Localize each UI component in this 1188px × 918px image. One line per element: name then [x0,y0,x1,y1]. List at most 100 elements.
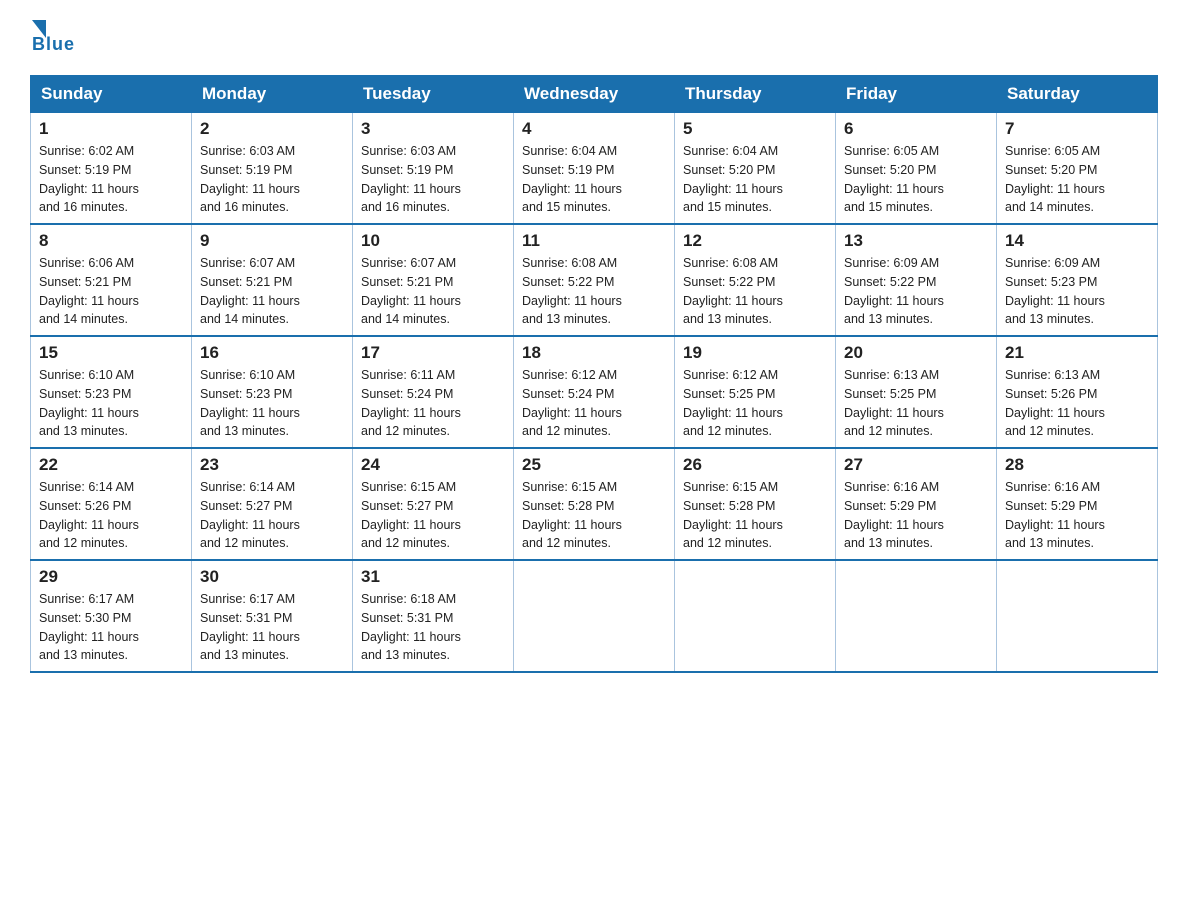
calendar-cell: 10 Sunrise: 6:07 AMSunset: 5:21 PMDayligh… [353,224,514,336]
day-number: 23 [200,455,344,475]
day-info: Sunrise: 6:18 AMSunset: 5:31 PMDaylight:… [361,590,505,665]
day-number: 27 [844,455,988,475]
day-info: Sunrise: 6:08 AMSunset: 5:22 PMDaylight:… [522,254,666,329]
day-number: 15 [39,343,183,363]
calendar-cell: 21Sunrise: 6:13 AMSunset: 5:26 PMDayligh… [997,336,1158,448]
calendar-cell: 7 Sunrise: 6:05 AMSunset: 5:20 PMDaylight… [997,113,1158,225]
weekday-header-monday: Monday [192,76,353,113]
day-number: 16 [200,343,344,363]
day-number: 4 [522,119,666,139]
day-number: 22 [39,455,183,475]
day-number: 9 [200,231,344,251]
logo: Blue [30,20,75,55]
calendar-cell: 26 Sunrise: 6:15 AMSunset: 5:28 PMDayligh… [675,448,836,560]
calendar-cell [675,560,836,672]
day-number: 24 [361,455,505,475]
day-number: 25 [522,455,666,475]
calendar-cell: 22Sunrise: 6:14 AMSunset: 5:26 PMDayligh… [31,448,192,560]
day-number: 5 [683,119,827,139]
calendar-cell [514,560,675,672]
day-info: Sunrise: 6:04 AMSunset: 5:20 PMDaylight:… [683,142,827,217]
calendar-cell [997,560,1158,672]
calendar-week-row: 15 Sunrise: 6:10 AMSunset: 5:23 PMDayligh… [31,336,1158,448]
weekday-header-friday: Friday [836,76,997,113]
calendar-table: SundayMondayTuesdayWednesdayThursdayFrid… [30,75,1158,673]
day-info: Sunrise: 6:03 AMSunset: 5:19 PMDaylight:… [361,142,505,217]
calendar-week-row: 29 Sunrise: 6:17 AMSunset: 5:30 PMDayligh… [31,560,1158,672]
day-number: 30 [200,567,344,587]
weekday-header-row: SundayMondayTuesdayWednesdayThursdayFrid… [31,76,1158,113]
calendar-cell: 6 Sunrise: 6:05 AMSunset: 5:20 PMDaylight… [836,113,997,225]
calendar-cell: 2Sunrise: 6:03 AMSunset: 5:19 PMDaylight… [192,113,353,225]
calendar-cell: 29 Sunrise: 6:17 AMSunset: 5:30 PMDayligh… [31,560,192,672]
day-info: Sunrise: 6:17 AMSunset: 5:30 PMDaylight:… [39,590,183,665]
day-info: Sunrise: 6:05 AMSunset: 5:20 PMDaylight:… [844,142,988,217]
calendar-week-row: 8 Sunrise: 6:06 AMSunset: 5:21 PMDaylight… [31,224,1158,336]
calendar-cell: 16Sunrise: 6:10 AMSunset: 5:23 PMDayligh… [192,336,353,448]
weekday-header-wednesday: Wednesday [514,76,675,113]
calendar-cell: 19Sunrise: 6:12 AMSunset: 5:25 PMDayligh… [675,336,836,448]
day-number: 11 [522,231,666,251]
calendar-cell: 8 Sunrise: 6:06 AMSunset: 5:21 PMDaylight… [31,224,192,336]
calendar-cell: 4 Sunrise: 6:04 AMSunset: 5:19 PMDaylight… [514,113,675,225]
weekday-header-thursday: Thursday [675,76,836,113]
calendar-cell: 3 Sunrise: 6:03 AMSunset: 5:19 PMDaylight… [353,113,514,225]
day-info: Sunrise: 6:09 AMSunset: 5:22 PMDaylight:… [844,254,988,329]
calendar-cell: 18 Sunrise: 6:12 AMSunset: 5:24 PMDayligh… [514,336,675,448]
day-number: 19 [683,343,827,363]
day-info: Sunrise: 6:08 AMSunset: 5:22 PMDaylight:… [683,254,827,329]
day-number: 7 [1005,119,1149,139]
day-number: 13 [844,231,988,251]
day-number: 17 [361,343,505,363]
weekday-header-saturday: Saturday [997,76,1158,113]
day-info: Sunrise: 6:16 AMSunset: 5:29 PMDaylight:… [844,478,988,553]
calendar-cell: 5 Sunrise: 6:04 AMSunset: 5:20 PMDaylight… [675,113,836,225]
calendar-cell: 12 Sunrise: 6:08 AMSunset: 5:22 PMDayligh… [675,224,836,336]
day-number: 8 [39,231,183,251]
day-info: Sunrise: 6:16 AMSunset: 5:29 PMDaylight:… [1005,478,1149,553]
calendar-week-row: 1Sunrise: 6:02 AMSunset: 5:19 PMDaylight… [31,113,1158,225]
day-info: Sunrise: 6:06 AMSunset: 5:21 PMDaylight:… [39,254,183,329]
day-info: Sunrise: 6:14 AMSunset: 5:27 PMDaylight:… [200,478,344,553]
page-header: Blue [30,20,1158,55]
day-number: 20 [844,343,988,363]
day-info: Sunrise: 6:07 AMSunset: 5:21 PMDaylight:… [200,254,344,329]
calendar-cell: 20Sunrise: 6:13 AMSunset: 5:25 PMDayligh… [836,336,997,448]
day-info: Sunrise: 6:04 AMSunset: 5:19 PMDaylight:… [522,142,666,217]
calendar-cell: 1Sunrise: 6:02 AMSunset: 5:19 PMDaylight… [31,113,192,225]
day-info: Sunrise: 6:05 AMSunset: 5:20 PMDaylight:… [1005,142,1149,217]
day-info: Sunrise: 6:12 AMSunset: 5:24 PMDaylight:… [522,366,666,441]
day-info: Sunrise: 6:15 AMSunset: 5:27 PMDaylight:… [361,478,505,553]
day-number: 12 [683,231,827,251]
day-number: 10 [361,231,505,251]
calendar-week-row: 22Sunrise: 6:14 AMSunset: 5:26 PMDayligh… [31,448,1158,560]
day-number: 3 [361,119,505,139]
calendar-cell: 31 Sunrise: 6:18 AMSunset: 5:31 PMDayligh… [353,560,514,672]
day-info: Sunrise: 6:10 AMSunset: 5:23 PMDaylight:… [39,366,183,441]
day-number: 29 [39,567,183,587]
calendar-cell: 13 Sunrise: 6:09 AMSunset: 5:22 PMDayligh… [836,224,997,336]
day-number: 6 [844,119,988,139]
weekday-header-sunday: Sunday [31,76,192,113]
calendar-cell: 25 Sunrise: 6:15 AMSunset: 5:28 PMDayligh… [514,448,675,560]
calendar-cell: 17Sunrise: 6:11 AMSunset: 5:24 PMDayligh… [353,336,514,448]
calendar-cell: 14Sunrise: 6:09 AMSunset: 5:23 PMDayligh… [997,224,1158,336]
calendar-cell: 11 Sunrise: 6:08 AMSunset: 5:22 PMDayligh… [514,224,675,336]
calendar-cell: 24 Sunrise: 6:15 AMSunset: 5:27 PMDayligh… [353,448,514,560]
day-info: Sunrise: 6:07 AMSunset: 5:21 PMDaylight:… [361,254,505,329]
weekday-header-tuesday: Tuesday [353,76,514,113]
calendar-cell: 30 Sunrise: 6:17 AMSunset: 5:31 PMDayligh… [192,560,353,672]
day-number: 14 [1005,231,1149,251]
day-info: Sunrise: 6:17 AMSunset: 5:31 PMDaylight:… [200,590,344,665]
calendar-cell: 23 Sunrise: 6:14 AMSunset: 5:27 PMDayligh… [192,448,353,560]
day-number: 31 [361,567,505,587]
logo-underline: Blue [32,34,75,55]
calendar-cell [836,560,997,672]
day-info: Sunrise: 6:15 AMSunset: 5:28 PMDaylight:… [522,478,666,553]
day-number: 28 [1005,455,1149,475]
day-number: 26 [683,455,827,475]
day-number: 21 [1005,343,1149,363]
day-info: Sunrise: 6:03 AMSunset: 5:19 PMDaylight:… [200,142,344,217]
day-number: 18 [522,343,666,363]
day-info: Sunrise: 6:15 AMSunset: 5:28 PMDaylight:… [683,478,827,553]
